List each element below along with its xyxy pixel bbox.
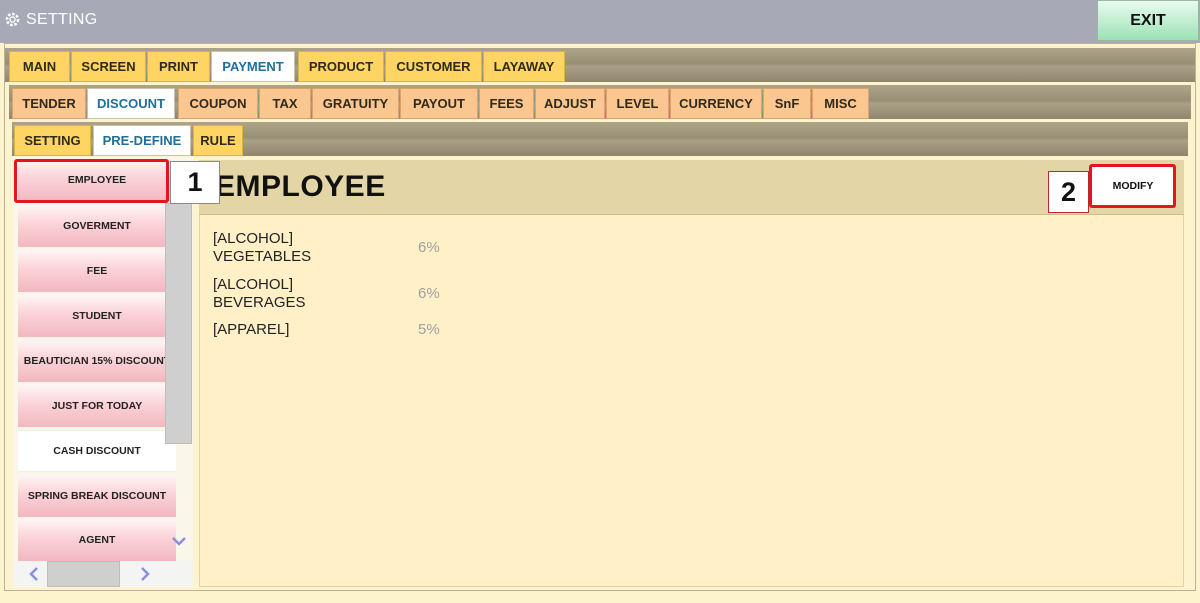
list-item-beautician[interactable]: BEAUTICIAN 15% DISCOUNT xyxy=(18,340,176,382)
list-item-fee[interactable]: FEE xyxy=(18,250,176,292)
list-item-student[interactable]: STUDENT xyxy=(18,295,176,337)
tab-layaway[interactable]: LAYAWAY xyxy=(483,51,565,82)
horizontal-scrollbar-thumb[interactable] xyxy=(47,561,120,587)
list-item-spring-break[interactable]: SPRING BREAK DISCOUNT xyxy=(18,475,176,517)
main-tab-bar: MAIN SCREEN PRINT PAYMENT PRODUCT CUSTOM… xyxy=(5,48,1195,82)
modify-button[interactable]: MODIFY xyxy=(1092,166,1174,206)
list-item-agent[interactable]: AGENT xyxy=(18,519,176,561)
title-bar: SETTING xyxy=(0,0,1200,43)
tab-payout[interactable]: PAYOUT xyxy=(400,88,478,119)
tab-tender[interactable]: TENDER xyxy=(12,88,86,119)
tab-adjust[interactable]: ADJUST xyxy=(535,88,605,119)
list-item-employee[interactable]: EMPLOYEE xyxy=(18,159,176,201)
list-item-just-for-today[interactable]: JUST FOR TODAY xyxy=(18,385,176,427)
window-title: SETTING xyxy=(26,11,98,28)
tab-currency[interactable]: CURRENCY xyxy=(670,88,762,119)
detail-title: EMPLOYEE xyxy=(215,170,386,203)
scroll-down-icon[interactable] xyxy=(171,533,187,549)
tab-snf[interactable]: SnF xyxy=(763,88,811,119)
rule-percent: 6% xyxy=(418,239,440,256)
tab-fees[interactable]: FEES xyxy=(479,88,534,119)
tab-pre-define[interactable]: PRE-DEFINE xyxy=(93,125,191,156)
tab-product[interactable]: PRODUCT xyxy=(298,51,384,82)
tab-level[interactable]: LEVEL xyxy=(606,88,669,119)
rule-percent: 5% xyxy=(418,321,440,338)
rule-line1: [APPAREL] xyxy=(213,321,290,338)
rule-percent: 6% xyxy=(418,285,440,302)
discount-tab-bar: SETTING PRE-DEFINE RULE xyxy=(12,122,1188,156)
payment-tab-bar: TENDER DISCOUNT COUPON TAX GRATUITY PAYO… xyxy=(9,85,1191,119)
tab-rule[interactable]: RULE xyxy=(193,125,243,156)
scroll-left-icon[interactable] xyxy=(26,566,42,582)
list-item-cash-discount[interactable]: CASH DISCOUNT xyxy=(18,430,176,472)
tab-coupon[interactable]: COUPON xyxy=(178,88,258,119)
tab-gratuity[interactable]: GRATUITY xyxy=(312,88,399,119)
tab-setting[interactable]: SETTING xyxy=(14,125,91,156)
tab-tax[interactable]: TAX xyxy=(259,88,311,119)
rule-category: [ALCOHOL] BEVERAGES xyxy=(213,276,306,312)
rule-line2: BEVERAGES xyxy=(213,294,306,311)
tab-payment[interactable]: PAYMENT xyxy=(211,51,295,82)
rule-line1: [ALCOHOL] xyxy=(213,230,294,247)
gear-icon xyxy=(5,12,20,27)
rule-category: [APPAREL] xyxy=(213,321,289,339)
exit-button[interactable]: EXIT xyxy=(1097,0,1199,41)
step-callout-1: 1 xyxy=(170,161,220,204)
rule-category: [ALCOHOL] VEGETABLES xyxy=(213,230,311,266)
vertical-scrollbar-thumb[interactable] xyxy=(165,203,192,444)
tab-misc[interactable]: MISC xyxy=(812,88,869,119)
bottom-strip xyxy=(0,591,1200,603)
tab-discount[interactable]: DISCOUNT xyxy=(87,88,175,119)
tab-main[interactable]: MAIN xyxy=(9,51,70,82)
discount-detail-panel xyxy=(199,160,1184,587)
rule-line2: VEGETABLES xyxy=(213,248,312,265)
step-callout-2: 2 xyxy=(1048,171,1089,213)
scroll-right-icon[interactable] xyxy=(137,566,153,582)
rule-line1: [ALCOHOL] xyxy=(213,276,294,293)
tab-print[interactable]: PRINT xyxy=(147,51,210,82)
tab-screen[interactable]: SCREEN xyxy=(71,51,146,82)
tab-customer[interactable]: CUSTOMER xyxy=(385,51,482,82)
list-item-goverment[interactable]: GOVERMENT xyxy=(18,205,176,247)
